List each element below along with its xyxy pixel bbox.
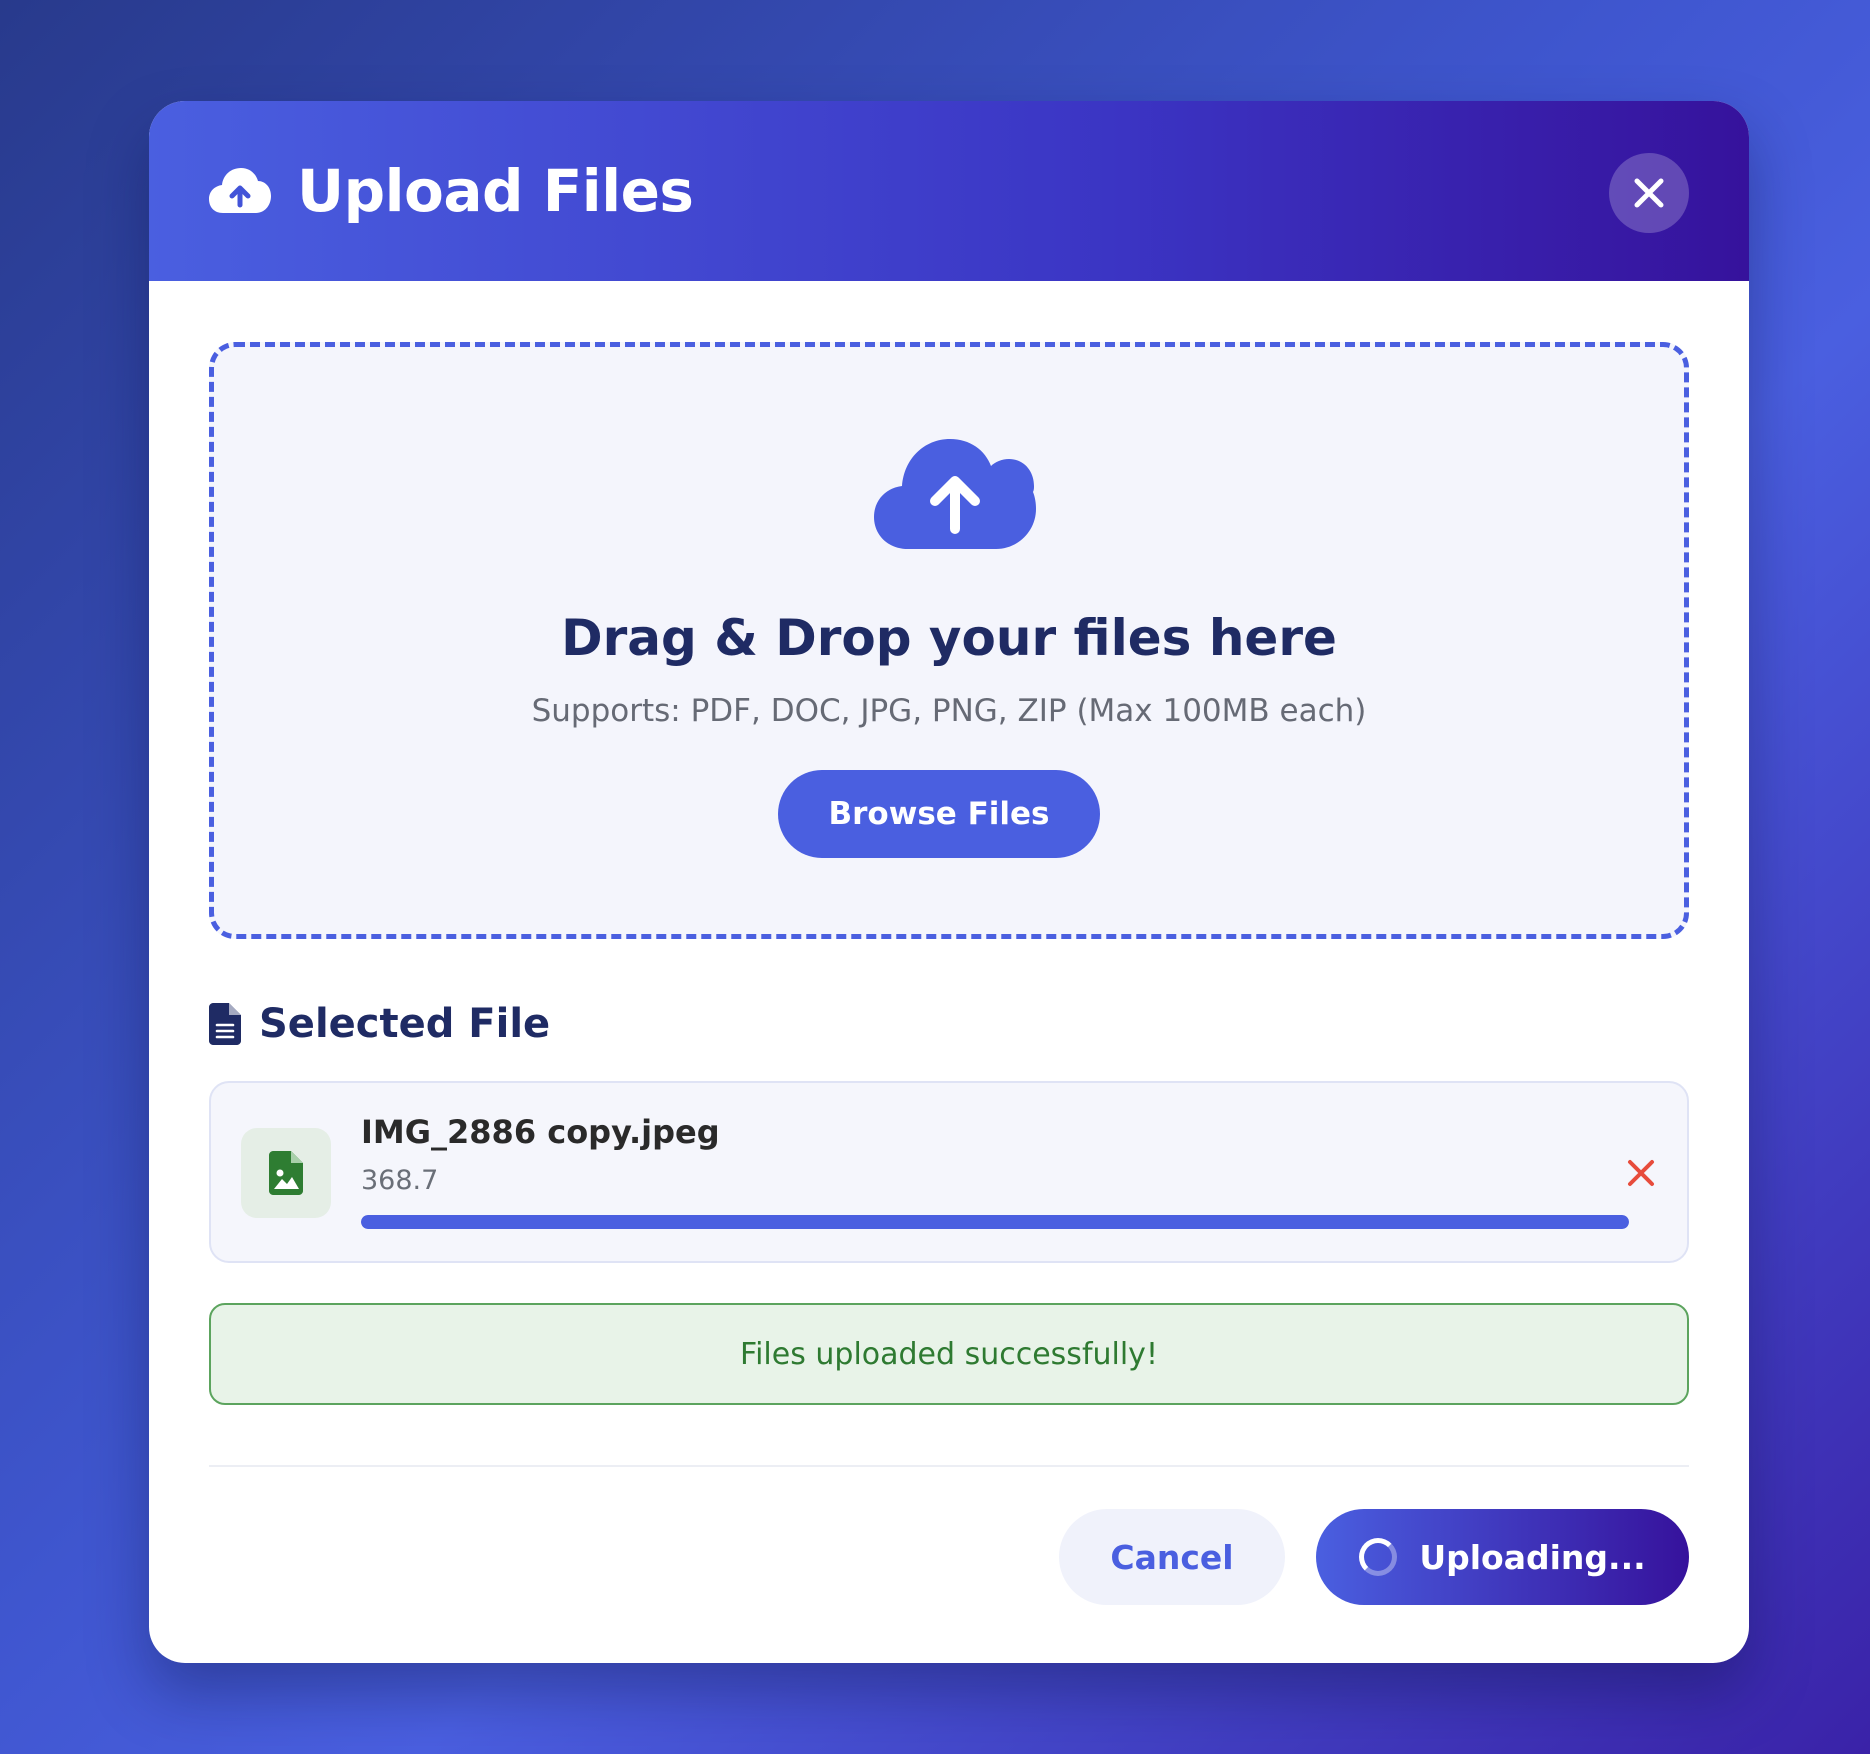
cloud-upload-icon	[209, 167, 271, 215]
browse-files-button[interactable]: Browse Files	[778, 770, 1100, 858]
section-title: Selected File	[259, 1001, 551, 1047]
file-item: IMG_2886 copy.jpeg 368.7	[209, 1081, 1689, 1263]
file-thumbnail	[241, 1128, 331, 1218]
modal-title: Upload Files	[297, 157, 694, 225]
upload-button-label: Uploading...	[1419, 1537, 1646, 1577]
file-name: IMG_2886 copy.jpeg	[361, 1113, 720, 1151]
upload-button[interactable]: Uploading...	[1316, 1509, 1689, 1605]
modal-header: Upload Files	[149, 101, 1749, 281]
success-message: Files uploaded successfully!	[209, 1303, 1689, 1405]
selected-file-heading: Selected File	[209, 1001, 550, 1047]
upload-progress-fill	[361, 1215, 1629, 1229]
image-file-icon	[269, 1151, 303, 1195]
footer-divider	[209, 1465, 1689, 1467]
loading-spinner-icon	[1359, 1538, 1398, 1576]
upload-modal: Upload Files Drag & Drop your files here…	[149, 101, 1749, 1663]
dropzone-title: Drag & Drop your files here	[561, 609, 1337, 667]
dropzone-subtitle: Supports: PDF, DOC, JPG, PNG, ZIP (Max 1…	[531, 693, 1367, 729]
file-dropzone[interactable]: Drag & Drop your files here Supports: PD…	[209, 342, 1689, 939]
cancel-button[interactable]: Cancel	[1059, 1509, 1285, 1605]
upload-progress-bar	[361, 1215, 1629, 1229]
cloud-upload-icon	[874, 435, 1036, 551]
close-button[interactable]	[1609, 153, 1689, 233]
remove-file-button[interactable]	[1621, 1153, 1661, 1193]
remove-icon	[1627, 1159, 1655, 1187]
file-size: 368.7	[361, 1165, 439, 1196]
close-icon	[1632, 176, 1666, 210]
document-icon	[209, 1003, 241, 1045]
